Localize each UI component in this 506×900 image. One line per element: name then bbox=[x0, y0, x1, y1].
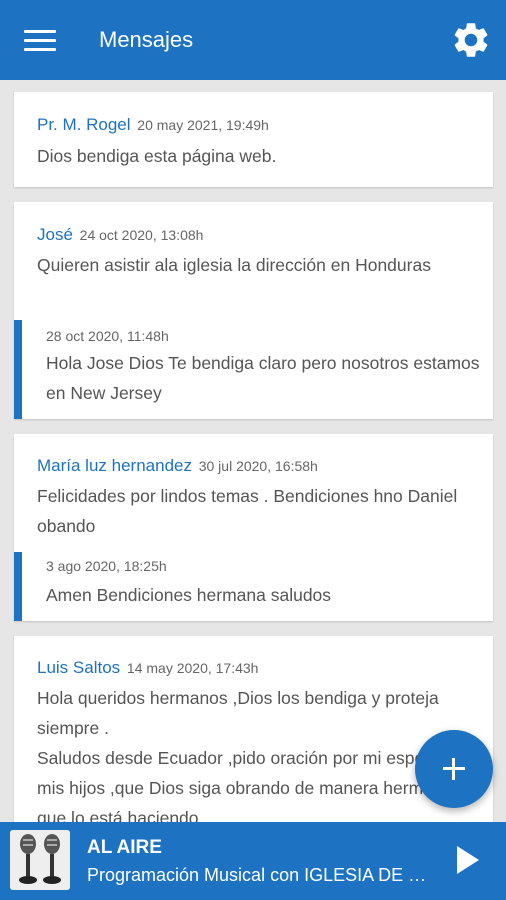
message-date: 24 oct 2020, 13:08h bbox=[79, 227, 204, 243]
message-text: Hola queridos hermanos ,Dios los bendiga… bbox=[37, 688, 456, 822]
reply-text: Hola Jose Dios Te bendiga claro pero nos… bbox=[46, 353, 480, 403]
message-card: Luis Saltos 14 may 2020, 17:43h Hola que… bbox=[14, 636, 493, 822]
message-text: Dios bendiga esta página web. bbox=[37, 146, 277, 166]
message-date: 30 jul 2020, 16:58h bbox=[198, 458, 318, 474]
app-bar: Mensajes bbox=[0, 0, 506, 80]
author-name: María luz hernandez bbox=[37, 456, 192, 475]
author-name: Pr. M. Rogel bbox=[37, 115, 131, 134]
message-card: María luz hernandez 30 jul 2020, 16:58h … bbox=[14, 434, 493, 621]
message-card: Pr. M. Rogel 20 may 2021, 19:49h Dios be… bbox=[14, 92, 493, 187]
message-date: 20 may 2021, 19:49h bbox=[137, 117, 269, 133]
reply-text: Amen Bendiciones hermana saludos bbox=[46, 585, 332, 605]
reply-date: 3 ago 2020, 18:25h bbox=[46, 558, 167, 574]
message-feed[interactable]: Pr. M. Rogel 20 may 2021, 19:49h Dios be… bbox=[0, 80, 506, 822]
reply-date: 28 oct 2020, 11:48h bbox=[46, 328, 169, 344]
author-name: Luis Saltos bbox=[37, 658, 121, 677]
live-status: AL AIRE bbox=[87, 837, 162, 858]
radio-player[interactable]: AL AIRE Programación Musical con IGLESIA… bbox=[0, 822, 506, 900]
message-text: Felicidades por lindos temas . Bendicion… bbox=[37, 486, 458, 536]
microphones-thumbnail bbox=[10, 830, 70, 890]
message-date: 14 may 2020, 17:43h bbox=[126, 660, 259, 676]
menu-icon[interactable] bbox=[24, 30, 56, 52]
gear-icon[interactable] bbox=[450, 19, 492, 61]
new-message-button[interactable] bbox=[415, 730, 493, 808]
program-title: Programación Musical con IGLESIA DE CRIS… bbox=[87, 865, 432, 885]
reply: 28 oct 2020, 11:48h Hola Jose Dios Te be… bbox=[14, 320, 493, 419]
reply: 3 ago 2020, 18:25h Amen Bendiciones herm… bbox=[14, 552, 493, 621]
author-name: José bbox=[37, 225, 73, 244]
message-card: José 24 oct 2020, 13:08h Quieren asistir… bbox=[14, 202, 493, 419]
play-icon[interactable] bbox=[457, 846, 479, 874]
message-text: Quieren asistir ala iglesia la dirección… bbox=[37, 255, 431, 275]
page-title: Mensajes bbox=[99, 27, 194, 52]
